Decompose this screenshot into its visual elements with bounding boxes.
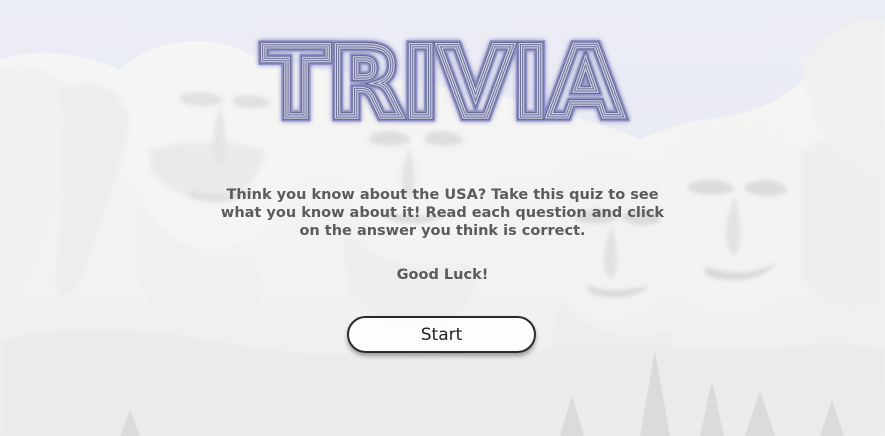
intro-text: Think you know about the USA? Take this … [220, 187, 665, 239]
good-luck-text: Good Luck! [396, 267, 489, 283]
start-button[interactable]: Start [347, 316, 536, 353]
title-text-core: TRIVIA [263, 27, 622, 128]
page-title: TRIVIA TRIVIA TRIVIA TRIVIA TRIVIA [0, 26, 885, 128]
